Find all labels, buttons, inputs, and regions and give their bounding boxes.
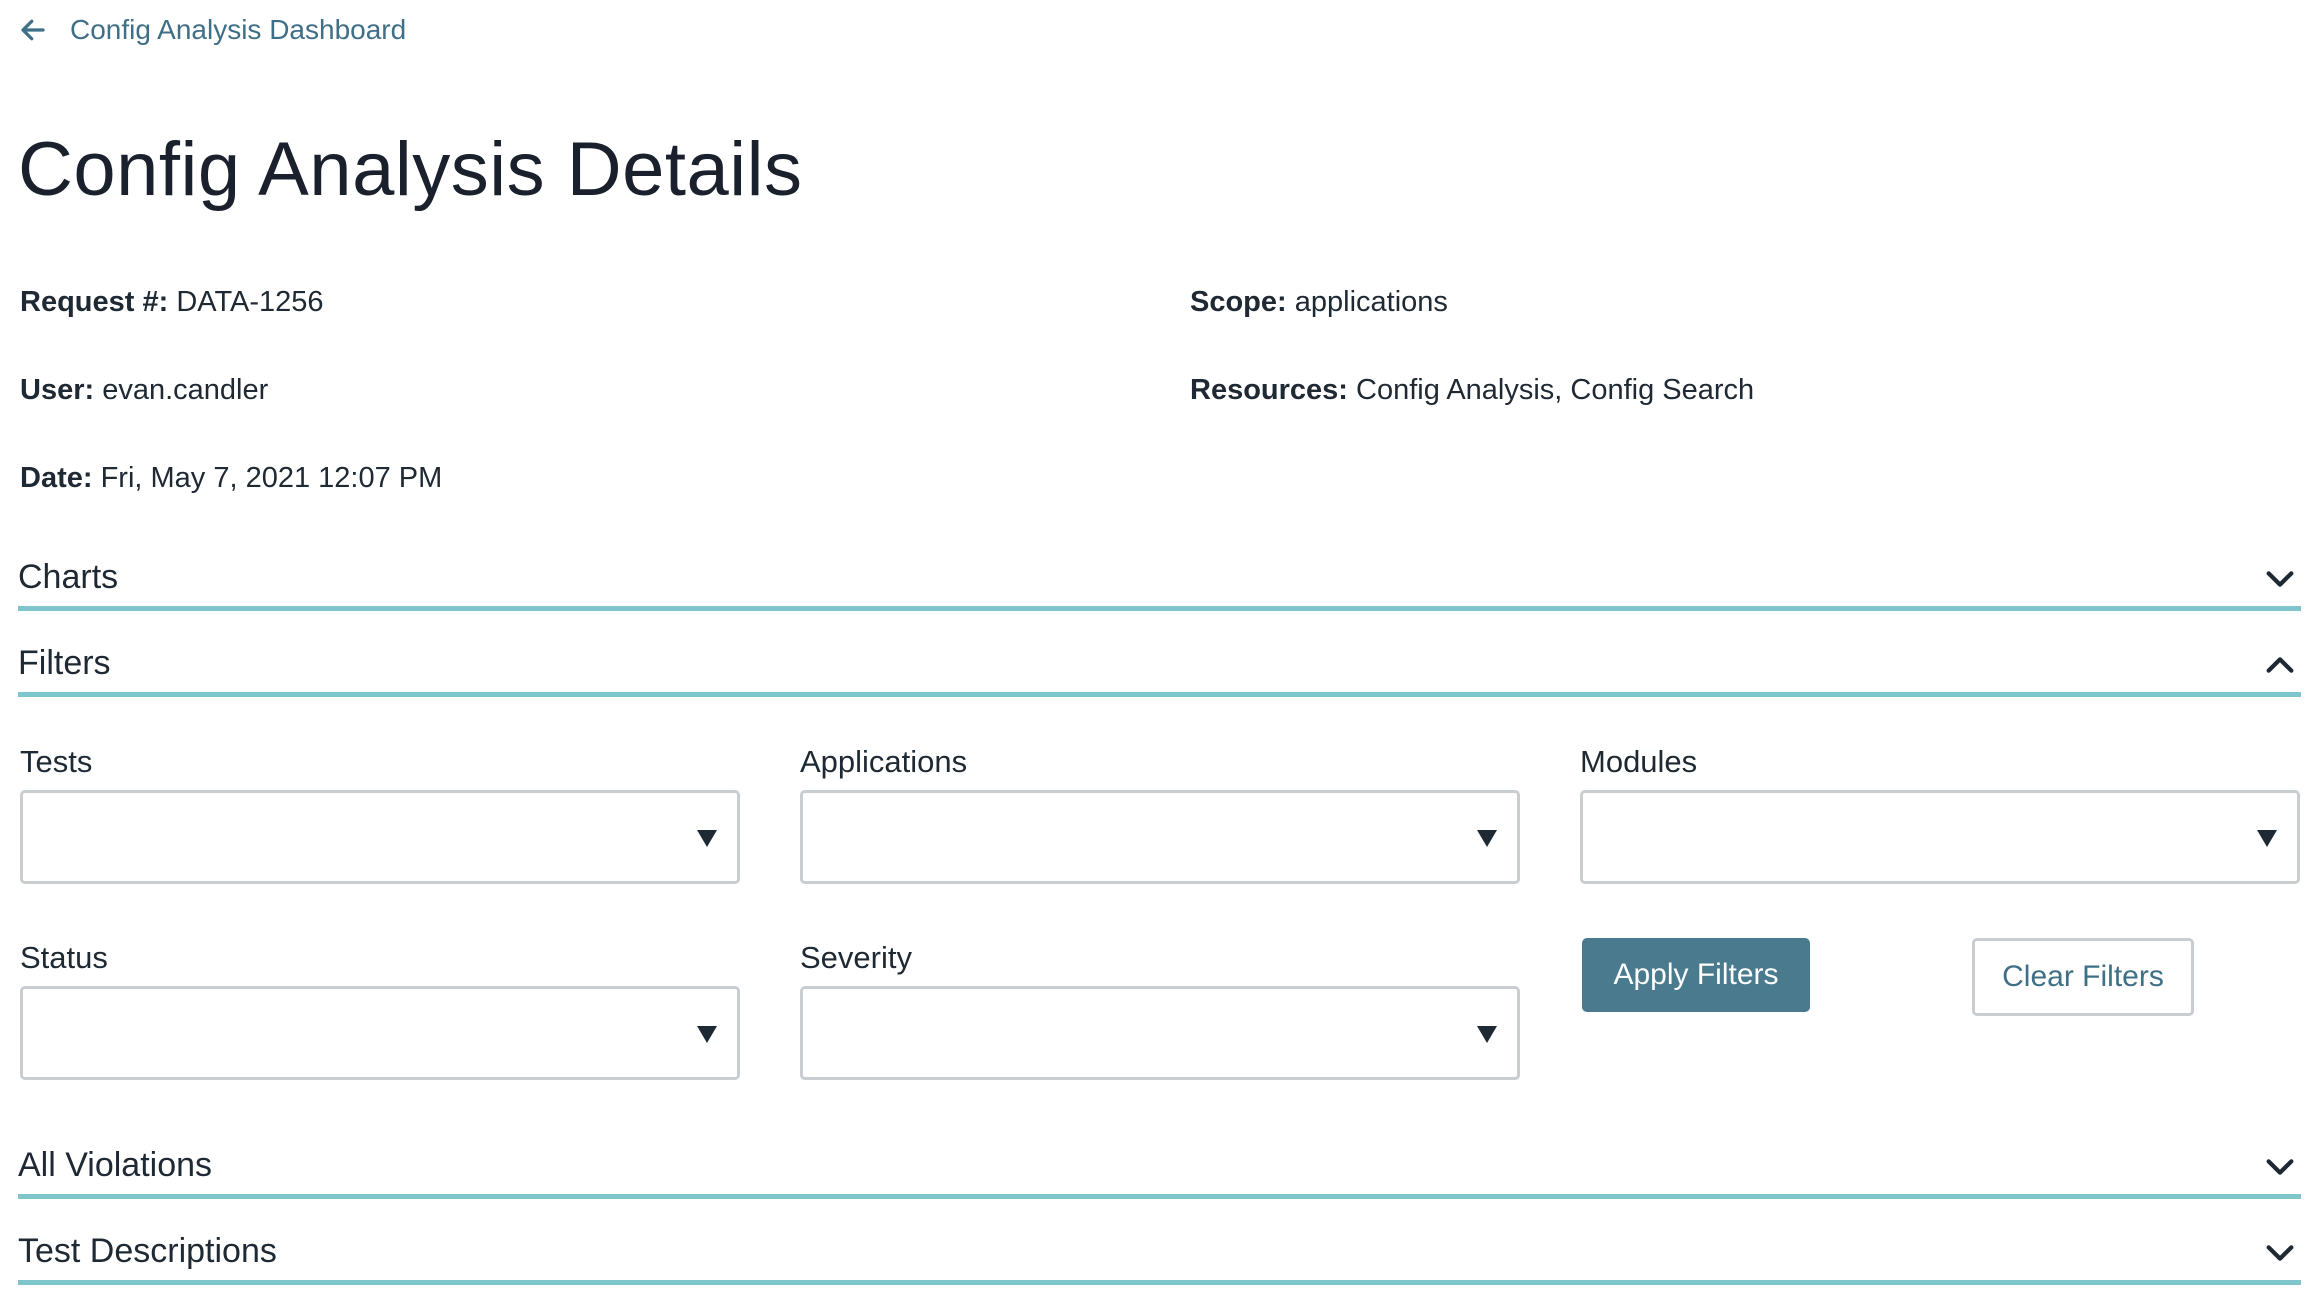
section-descriptions-title: Test Descriptions: [18, 1232, 277, 1270]
meta-scope-value: applications: [1294, 286, 1448, 318]
meta-request: Request #: DATA-1256: [20, 286, 324, 319]
clear-filters-button[interactable]: Clear Filters: [1972, 938, 2194, 1016]
apply-filters-button[interactable]: Apply Filters: [1582, 938, 1810, 1012]
applications-label: Applications: [800, 744, 968, 779]
applications-select[interactable]: [800, 790, 1520, 884]
meta-user-value: evan.candler: [102, 374, 269, 406]
page-title: Config Analysis Details: [18, 127, 803, 212]
chevron-down-icon: [2266, 1159, 2294, 1175]
section-filters-header[interactable]: Filters: [18, 634, 2301, 697]
severity-label: Severity: [800, 940, 912, 975]
modules-select[interactable]: [1580, 790, 2300, 884]
section-violations-header[interactable]: All Violations: [18, 1136, 2301, 1199]
meta-resources-label: Resources:: [1190, 374, 1348, 406]
caret-down-icon: [697, 830, 717, 847]
section-descriptions-header[interactable]: Test Descriptions: [18, 1222, 2301, 1285]
caret-down-icon: [2257, 830, 2277, 847]
tests-label: Tests: [20, 744, 93, 779]
caret-down-icon: [1477, 1026, 1497, 1043]
severity-select[interactable]: [800, 986, 1520, 1080]
tests-select[interactable]: [20, 790, 740, 884]
modules-label: Modules: [1580, 744, 1698, 779]
meta-resources-value: Config Analysis, Config Search: [1356, 374, 1755, 406]
meta-request-label: Request #:: [20, 286, 169, 318]
back-link-label: Config Analysis Dashboard: [70, 14, 407, 45]
section-charts-title: Charts: [18, 558, 119, 596]
meta-user: User: evan.candler: [20, 374, 268, 407]
status-select[interactable]: [20, 986, 740, 1080]
meta-date: Date: Fri, May 7, 2021 12:07 PM: [20, 462, 442, 495]
caret-down-icon: [1477, 830, 1497, 847]
caret-down-icon: [697, 1026, 717, 1043]
chevron-down-icon: [2266, 571, 2294, 587]
chevron-down-icon: [2266, 1245, 2294, 1261]
meta-date-value: Fri, May 7, 2021 12:07 PM: [100, 462, 443, 494]
meta-user-label: User:: [20, 374, 95, 406]
section-filters-title: Filters: [18, 644, 111, 682]
status-label: Status: [20, 940, 108, 975]
meta-request-value: DATA-1256: [176, 286, 324, 318]
meta-scope: Scope: applications: [1190, 286, 1448, 319]
meta-date-label: Date:: [20, 462, 93, 494]
section-violations-title: All Violations: [18, 1146, 213, 1184]
chevron-up-icon: [2266, 657, 2294, 673]
section-charts-header[interactable]: Charts: [18, 548, 2301, 611]
meta-resources: Resources: Config Analysis, Config Searc…: [1190, 374, 1754, 407]
meta-scope-label: Scope:: [1190, 286, 1287, 318]
back-to-dashboard-link[interactable]: Config Analysis Dashboard: [18, 10, 406, 50]
arrow-left-icon: [21, 19, 45, 41]
